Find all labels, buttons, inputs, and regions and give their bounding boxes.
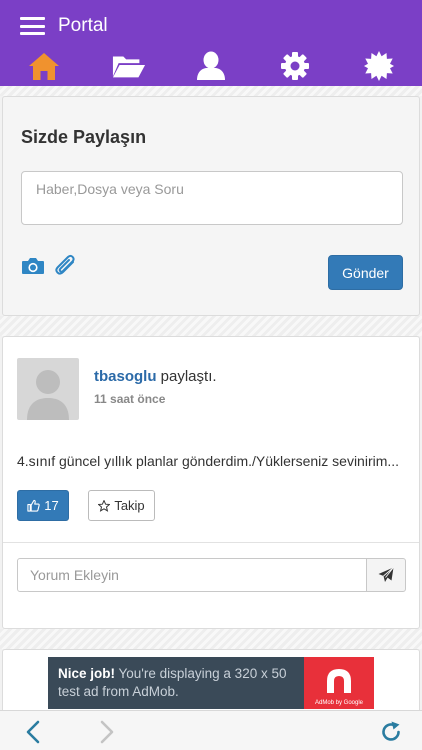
ad-headline: Nice job! — [58, 666, 116, 681]
submit-button[interactable]: Gönder — [328, 255, 403, 290]
nav-home-icon[interactable] — [27, 50, 61, 82]
admob-logo: AdMob by Google — [304, 657, 374, 709]
share-input[interactable] — [21, 171, 403, 225]
nav-gear-icon[interactable] — [278, 50, 312, 82]
chevron-left-icon[interactable] — [20, 719, 46, 745]
post-timestamp: 11 saat önce — [94, 392, 166, 406]
section-separator — [0, 316, 422, 336]
share-title: Sizde Paylaşın — [21, 127, 147, 147]
post-action-text: paylaştı. — [156, 368, 217, 385]
paper-plane-icon — [378, 567, 394, 582]
star-icon — [98, 499, 111, 512]
like-button[interactable]: 17 — [17, 490, 69, 521]
post-body[interactable]: 4.sınıf güncel yıllık planlar gönderdim.… — [17, 453, 399, 469]
admob-caption: AdMob by Google — [314, 700, 364, 706]
divider — [3, 542, 419, 543]
camera-icon[interactable] — [21, 257, 45, 280]
ad-text: Nice job! You're displaying a 320 x 50 t… — [58, 665, 302, 701]
comment-input[interactable] — [17, 558, 367, 592]
browser-toolbar — [0, 710, 422, 750]
section-separator — [0, 629, 422, 649]
chevron-right-icon[interactable] — [94, 719, 120, 745]
nav-folder-icon[interactable] — [112, 50, 146, 82]
thumbs-up-icon — [27, 499, 40, 512]
follow-label: Takip — [114, 498, 145, 513]
refresh-icon[interactable] — [378, 719, 404, 745]
paperclip-icon[interactable] — [53, 254, 79, 283]
section-separator — [0, 86, 422, 96]
follow-button[interactable]: Takip — [88, 490, 155, 521]
menu-icon[interactable] — [20, 17, 45, 35]
avatar[interactable] — [17, 358, 79, 420]
nav-user-icon[interactable] — [194, 50, 228, 82]
share-panel: Sizde Paylaşın Gönder — [2, 96, 420, 316]
nav-burst-icon[interactable] — [362, 50, 396, 82]
post-card: tbasoglu paylaştı. 11 saat önce 4.sınıf … — [2, 336, 420, 629]
like-count: 17 — [44, 498, 59, 513]
comment-send-button[interactable] — [366, 558, 406, 592]
app-title: Portal — [58, 15, 108, 36]
post-header: tbasoglu paylaştı. — [94, 368, 217, 385]
ad-banner[interactable]: Nice job! You're displaying a 320 x 50 t… — [48, 657, 374, 709]
app-header: Portal — [0, 0, 422, 86]
post-author-link[interactable]: tbasoglu — [94, 368, 157, 385]
